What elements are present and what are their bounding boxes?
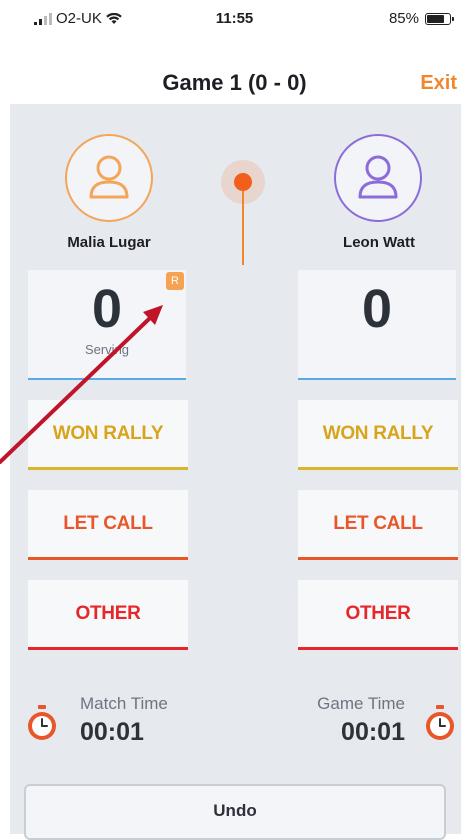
right-let-call-button[interactable]: LET CALL [298, 490, 458, 560]
game-time-value: 00:01 [341, 718, 405, 746]
battery-percent: 85% [388, 10, 419, 27]
header: Game 1 (0 - 0) Exit [0, 60, 469, 104]
exit-button[interactable]: Exit [420, 72, 457, 95]
serve-indicator-dot [234, 173, 252, 191]
user-icon [358, 155, 398, 199]
serve-side-badge[interactable]: R [166, 272, 184, 290]
player-left-name: Malia Lugar [67, 234, 151, 251]
left-let-call-button[interactable]: LET CALL [28, 490, 188, 560]
left-won-rally-button[interactable]: WON RALLY [28, 400, 188, 470]
left-other-button[interactable]: OTHER [28, 580, 188, 650]
player-right-score: 0 [361, 279, 393, 339]
match-time-label: Match Time [80, 694, 168, 713]
player-left-score: 0 [91, 279, 123, 339]
user-icon [89, 155, 129, 199]
player-right-name: Leon Watt [343, 234, 415, 251]
stopwatch-icon [28, 705, 56, 740]
battery-icon [425, 12, 454, 25]
battery-fill [427, 14, 444, 23]
serve-indicator-line [242, 191, 244, 265]
match-time-value: 00:01 [80, 718, 144, 746]
undo-button[interactable]: Undo [24, 784, 446, 840]
player-left-avatar[interactable] [65, 134, 153, 222]
player-right-avatar[interactable] [334, 134, 422, 222]
match-panel: Malia Lugar Leon Watt 0 Serving R 0 WON … [10, 104, 461, 840]
page-title: Game 1 (0 - 0) [162, 70, 307, 95]
right-won-rally-button[interactable]: WON RALLY [298, 400, 458, 470]
player-right-scorebox[interactable]: 0 [298, 270, 456, 380]
serving-label: Serving [84, 342, 130, 357]
status-bar: O2-UK 11:55 85% [0, 0, 469, 36]
player-left-scorebox[interactable]: 0 Serving R [28, 270, 186, 380]
right-other-button[interactable]: OTHER [298, 580, 458, 650]
status-right: 85% [388, 10, 454, 27]
stopwatch-icon [426, 705, 454, 740]
game-time-label: Game Time [317, 694, 405, 713]
